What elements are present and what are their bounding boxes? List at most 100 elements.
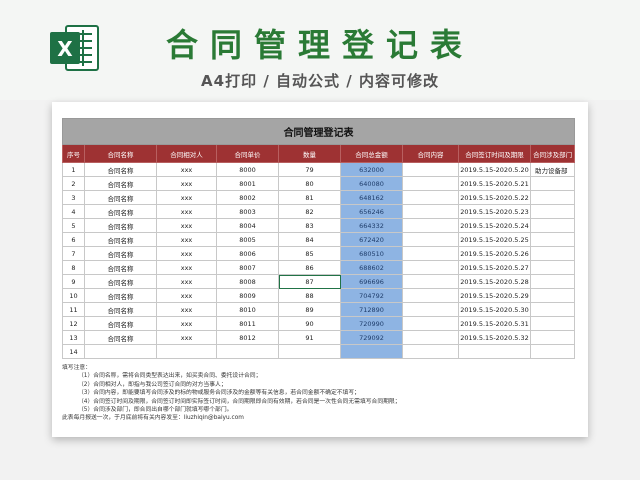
column-header[interactable]: 序号 [62,144,85,163]
table-cell[interactable] [402,260,459,275]
table-cell[interactable]: 8011 [216,316,279,331]
table-cell[interactable] [529,204,576,219]
table-cell[interactable]: 合同名称 [84,316,157,331]
table-cell[interactable] [402,316,459,331]
table-cell[interactable]: 83 [278,218,341,233]
table-cell[interactable]: 2019.5.15-2020.5.28 [458,274,531,289]
table-cell[interactable]: 704792 [340,288,403,303]
table-cell[interactable]: 2019.5.15-2020.5.20 [458,162,531,177]
table-cell[interactable]: 2019.5.15-2020.5.24 [458,218,531,233]
table-cell[interactable]: xxx [156,330,217,345]
table-cell[interactable]: xxx [156,232,217,247]
table-cell[interactable]: 3 [62,190,85,205]
table-cell[interactable] [216,344,279,359]
table-cell[interactable]: 688602 [340,260,403,275]
table-cell[interactable]: xxx [156,204,217,219]
column-header[interactable]: 合同涉及部门 [529,144,576,163]
table-cell[interactable]: 8010 [216,302,279,317]
table-cell[interactable] [529,288,576,303]
table-cell[interactable] [340,344,403,359]
table-cell[interactable] [402,330,459,345]
table-cell[interactable]: xxx [156,218,217,233]
table-cell[interactable]: xxx [156,162,217,177]
table-cell[interactable]: 8007 [216,260,279,275]
table-cell[interactable] [529,218,576,233]
table-cell[interactable]: 8002 [216,190,279,205]
table-cell[interactable] [529,246,576,261]
table-cell[interactable]: 88 [278,288,341,303]
table-cell[interactable]: 12 [62,316,85,331]
table-cell[interactable] [529,302,576,317]
table-cell[interactable]: 2019.5.15-2020.5.31 [458,316,531,331]
table-cell[interactable] [402,344,459,359]
table-cell[interactable]: 680510 [340,246,403,261]
table-cell[interactable]: xxx [156,246,217,261]
table-cell[interactable]: 4 [62,204,85,219]
table-cell[interactable]: 8000 [216,162,279,177]
table-cell[interactable]: 8 [62,260,85,275]
table-cell[interactable]: 合同名称 [84,274,157,289]
table-cell[interactable]: 2019.5.15-2020.5.29 [458,288,531,303]
table-cell[interactable]: xxx [156,316,217,331]
table-cell[interactable] [402,218,459,233]
table-cell[interactable]: 632000 [340,162,403,177]
column-header[interactable]: 合同相对人 [156,144,217,163]
table-cell[interactable]: 合同名称 [84,232,157,247]
table-cell[interactable]: 672420 [340,232,403,247]
table-cell[interactable]: 9 [62,274,85,289]
table-cell[interactable]: 合同名称 [84,218,157,233]
table-cell[interactable]: 89 [278,302,341,317]
table-cell[interactable]: 720990 [340,316,403,331]
table-cell[interactable]: 86 [278,260,341,275]
table-cell[interactable] [402,204,459,219]
table-title[interactable]: 合同管理登记表 [61,118,576,145]
table-cell[interactable]: xxx [156,302,217,317]
table-cell[interactable] [529,260,576,275]
table-cell[interactable] [402,302,459,317]
table-cell[interactable]: 8005 [216,232,279,247]
table-cell[interactable]: 合同名称 [84,302,157,317]
table-cell[interactable]: 656246 [340,204,403,219]
table-cell[interactable]: 合同名称 [84,190,157,205]
table-cell[interactable]: 10 [62,288,85,303]
table-cell[interactable]: 729092 [340,330,403,345]
table-cell[interactable]: 81 [278,190,341,205]
table-cell[interactable]: 2019.5.15-2020.5.26 [458,246,531,261]
table-cell[interactable] [402,288,459,303]
table-cell[interactable]: 85 [278,246,341,261]
table-cell[interactable]: 14 [62,344,85,359]
table-cell[interactable]: xxx [156,288,217,303]
table-cell[interactable]: 2019.5.15-2020.5.23 [458,204,531,219]
table-cell[interactable]: 8009 [216,288,279,303]
table-cell[interactable]: xxx [156,176,217,191]
table-cell[interactable] [84,344,157,359]
table-cell[interactable]: 合同名称 [84,162,157,177]
table-cell[interactable] [529,344,576,359]
table-cell[interactable]: xxx [156,260,217,275]
table-cell[interactable]: 87 [278,274,341,289]
table-cell[interactable] [458,344,531,359]
table-cell[interactable]: 2 [62,176,85,191]
table-cell[interactable]: 合同名称 [84,288,157,303]
table-cell[interactable] [529,316,576,331]
table-cell[interactable] [529,330,576,345]
table-cell[interactable]: 8003 [216,204,279,219]
table-cell[interactable]: 6 [62,232,85,247]
table-cell[interactable]: 8004 [216,218,279,233]
table-cell[interactable] [529,190,576,205]
table-cell[interactable] [402,246,459,261]
table-cell[interactable] [529,232,576,247]
column-header[interactable]: 合同单价 [216,144,279,163]
table-cell[interactable]: 80 [278,176,341,191]
table-cell[interactable]: 91 [278,330,341,345]
table-cell[interactable]: 8008 [216,274,279,289]
table-cell[interactable]: 合同名称 [84,204,157,219]
table-cell[interactable] [156,344,217,359]
column-header[interactable]: 合同内容 [402,144,459,163]
table-cell[interactable]: 2019.5.15-2020.5.22 [458,190,531,205]
table-cell[interactable]: 8012 [216,330,279,345]
table-cell[interactable]: 2019.5.15-2020.5.25 [458,232,531,247]
table-cell[interactable]: 5 [62,218,85,233]
table-cell[interactable]: 合同名称 [84,246,157,261]
table-cell[interactable] [529,176,576,191]
